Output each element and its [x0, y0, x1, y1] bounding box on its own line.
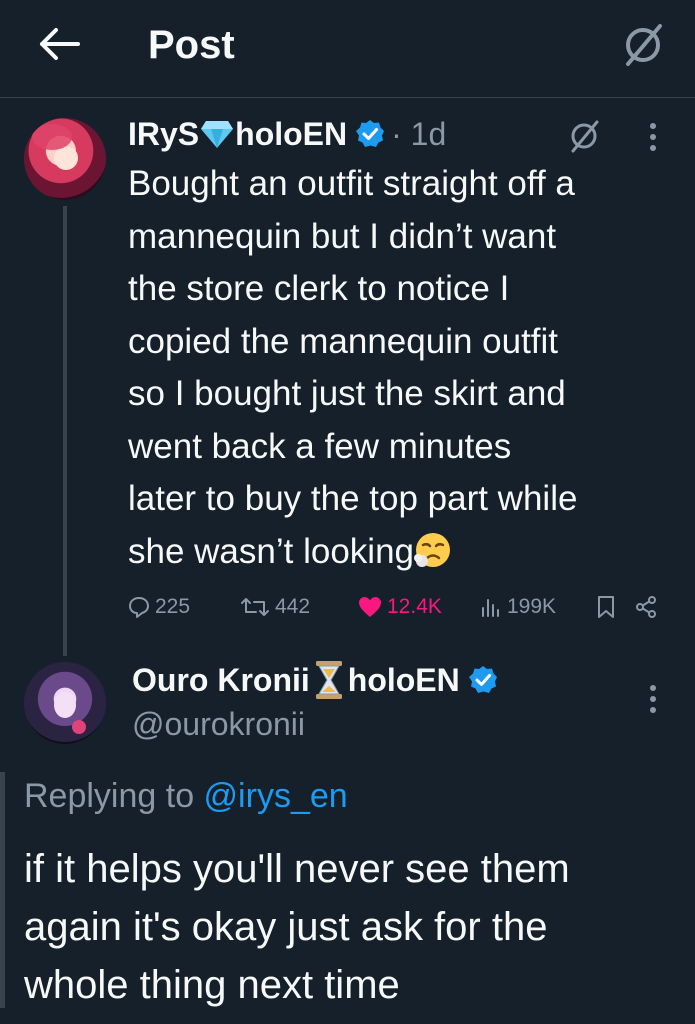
grok-icon[interactable] — [566, 118, 602, 154]
bookmark-icon — [598, 596, 614, 618]
reply-name-part1: Ouro Kronii — [132, 661, 310, 698]
repost-count: 442 — [275, 595, 311, 618]
views-icon — [482, 599, 499, 617]
bookmark-button[interactable] — [596, 590, 621, 624]
hourglass-icon — [315, 661, 342, 699]
replying-prefix: Replying to — [24, 777, 204, 815]
page-title: Post — [148, 23, 235, 67]
like-count: 12.4K — [387, 595, 442, 618]
views-button[interactable]: 199K — [480, 590, 556, 624]
reply-icon — [129, 597, 149, 618]
gem-icon — [201, 121, 234, 148]
like-button[interactable]: 12.4K — [358, 590, 442, 624]
reply-count: 225 — [155, 595, 191, 618]
reply-handle[interactable]: @ourokronii — [132, 706, 305, 743]
author-name-part2: holoEN — [235, 115, 348, 152]
verified-badge-icon — [356, 120, 385, 147]
tweet-text: Bought an outfit straight off a mannequi… — [128, 158, 688, 578]
face-exhaling-icon — [414, 532, 450, 567]
top-bar: Post — [0, 0, 695, 98]
replying-mention-link[interactable]: @irys_en — [204, 777, 348, 815]
share-button[interactable] — [634, 590, 663, 624]
reply-name-part2: holoEN — [347, 661, 460, 698]
post-time[interactable]: · 1d — [391, 116, 446, 153]
author-name[interactable]: IRyS holoEN · 1d — [128, 112, 446, 156]
thread-connector — [63, 206, 67, 656]
avatar[interactable] — [24, 118, 106, 200]
view-count: 199K — [507, 595, 557, 618]
grok-icon[interactable] — [620, 22, 666, 68]
reply-accent-bar — [0, 772, 5, 1008]
reply-text: if it helps you'll never see them again … — [24, 847, 570, 1007]
arrow-left-icon[interactable] — [36, 26, 80, 62]
tweet-body: Bought an outfit straight off a mannequi… — [128, 164, 578, 571]
share-icon — [636, 596, 656, 618]
replying-to: Replying to @irys_en — [24, 772, 348, 820]
reply-author[interactable]: Ouro Kronii holoEN — [132, 658, 498, 702]
reply-button[interactable]: 225 — [128, 590, 190, 624]
repost-button[interactable]: 442 — [240, 590, 310, 624]
heart-icon — [359, 597, 381, 617]
repost-icon — [241, 598, 269, 616]
more-options-icon[interactable] — [646, 120, 660, 154]
verified-badge-icon — [468, 666, 497, 693]
author-name-part1: IRyS — [128, 115, 200, 152]
more-options-icon[interactable] — [646, 682, 660, 716]
action-bar: 225 442 12.4K 199K — [128, 590, 668, 624]
avatar[interactable] — [24, 662, 106, 744]
